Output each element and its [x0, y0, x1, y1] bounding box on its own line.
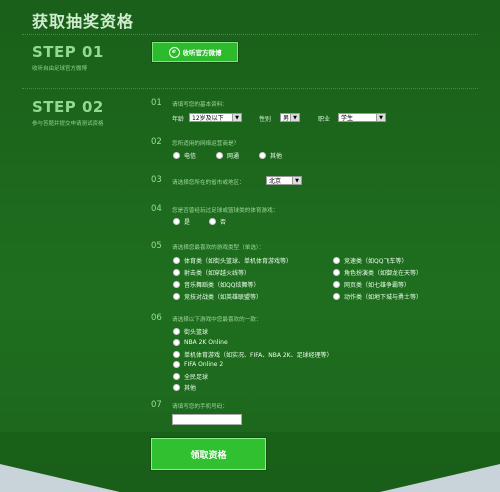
- radio-option[interactable]: FIFA Online 2: [173, 361, 223, 368]
- radio-button[interactable]: [173, 384, 180, 391]
- radio-button[interactable]: [173, 373, 180, 380]
- page-title: 获取抽奖资格: [32, 12, 135, 31]
- age-select[interactable]: 12岁及以下 ▼: [189, 113, 242, 122]
- radio-option[interactable]: 是: [173, 217, 190, 226]
- divider: [22, 88, 478, 89]
- radio-option[interactable]: 街头篮球: [173, 327, 208, 336]
- radio-option[interactable]: 电信: [173, 151, 196, 160]
- radio-option[interactable]: 射击类（如穿越火线等）: [173, 268, 250, 277]
- radio-option[interactable]: 音乐舞蹈类（如QQ炫舞等）: [173, 280, 259, 289]
- radio-option[interactable]: 其他: [259, 151, 282, 160]
- step1-title: STEP 01: [32, 43, 104, 61]
- question-number: 07: [151, 400, 162, 410]
- radio-button[interactable]: [333, 281, 340, 288]
- radio-option[interactable]: NBA 2K Online: [173, 339, 228, 346]
- question-text: 请填写您的基本资料：: [172, 102, 228, 108]
- gender-value: 男: [283, 115, 290, 122]
- age-label: 年龄: [172, 116, 185, 123]
- radio-button[interactable]: [173, 257, 180, 264]
- chevron-down-icon: ▼: [376, 114, 385, 121]
- claim-button[interactable]: 领取资格: [151, 438, 266, 470]
- chevron-down-icon: ▼: [290, 114, 299, 121]
- question-text: 请选择您所在的省市或地区：: [172, 180, 245, 186]
- phone-input[interactable]: [172, 414, 242, 425]
- radio-option[interactable]: 单机体育游戏（如实况、FIFA、NBA 2K、足球经理等）: [173, 350, 333, 359]
- radio-option[interactable]: 角色扮演类（如御龙在天等）: [333, 268, 422, 277]
- question-text: 您所适用的网络运营商是？: [172, 141, 240, 147]
- job-select[interactable]: 学生 ▼: [338, 113, 386, 122]
- radio-button[interactable]: [173, 339, 180, 346]
- radio-option[interactable]: 其他: [173, 383, 196, 392]
- step2-subtitle: 参与答题并提交申请测试资格: [32, 121, 104, 127]
- radio-option[interactable]: 竞技对战类（如英雄联盟等）: [173, 292, 262, 301]
- step1-subtitle: 收听自由足球官方微博: [32, 66, 88, 72]
- radio-option[interactable]: 网页类（如七雄争霸等）: [333, 280, 410, 289]
- radio-option[interactable]: 体育类（如街头篮球、单机体育游戏等）: [173, 256, 292, 265]
- radio-button[interactable]: [173, 281, 180, 288]
- radio-button[interactable]: [173, 152, 180, 159]
- radio-option[interactable]: 竞速类（如QQ飞车等）: [333, 256, 407, 265]
- radio-button[interactable]: [216, 152, 223, 159]
- question-number: 05: [151, 241, 162, 251]
- question-number: 02: [151, 137, 162, 147]
- job-value: 学生: [341, 115, 354, 122]
- question-text: 请填写您的手机号码：: [172, 404, 228, 410]
- region-value: 北京: [269, 178, 282, 185]
- radio-button[interactable]: [259, 152, 266, 159]
- age-value: 12岁及以下: [192, 115, 224, 122]
- radio-option[interactable]: 否: [209, 217, 226, 226]
- gender-label: 性别: [259, 116, 272, 123]
- radio-option[interactable]: 动作类（如地下城与勇士等）: [333, 292, 422, 301]
- question-text: 您是否曾经玩过足球或篮球类的体育游戏：: [172, 208, 279, 214]
- radio-button[interactable]: [173, 293, 180, 300]
- radio-button[interactable]: [173, 269, 180, 276]
- weibo-icon: ℯ: [168, 46, 180, 58]
- radio-option[interactable]: 网通: [216, 151, 239, 160]
- radio-button[interactable]: [173, 351, 180, 358]
- radio-option[interactable]: 全民足球: [173, 372, 208, 381]
- question-number: 03: [151, 175, 162, 185]
- job-label: 职业: [318, 116, 331, 123]
- question-number: 04: [151, 204, 162, 214]
- radio-button[interactable]: [209, 218, 216, 225]
- radio-button[interactable]: [173, 218, 180, 225]
- chevron-down-icon: ▼: [292, 177, 301, 184]
- radio-button[interactable]: [333, 293, 340, 300]
- chevron-down-icon: ▼: [232, 114, 241, 121]
- question-number: 01: [151, 98, 162, 108]
- question-number: 06: [151, 313, 162, 323]
- region-select[interactable]: 北京 ▼: [266, 176, 302, 185]
- gender-select[interactable]: 男 ▼: [280, 113, 300, 122]
- divider: [22, 34, 478, 35]
- radio-button[interactable]: [173, 361, 180, 368]
- question-text: 请选择您最喜欢的游戏类型（单选）：: [172, 245, 265, 251]
- step2-title: STEP 02: [32, 98, 104, 116]
- radio-button[interactable]: [333, 257, 340, 264]
- follow-weibo-label: 收听官方微博: [182, 49, 222, 57]
- radio-button[interactable]: [173, 328, 180, 335]
- question-text: 请选择以下游戏中您最喜欢的一款：: [172, 317, 262, 323]
- radio-button[interactable]: [333, 269, 340, 276]
- follow-weibo-button[interactable]: ℯ 收听官方微博: [152, 42, 238, 62]
